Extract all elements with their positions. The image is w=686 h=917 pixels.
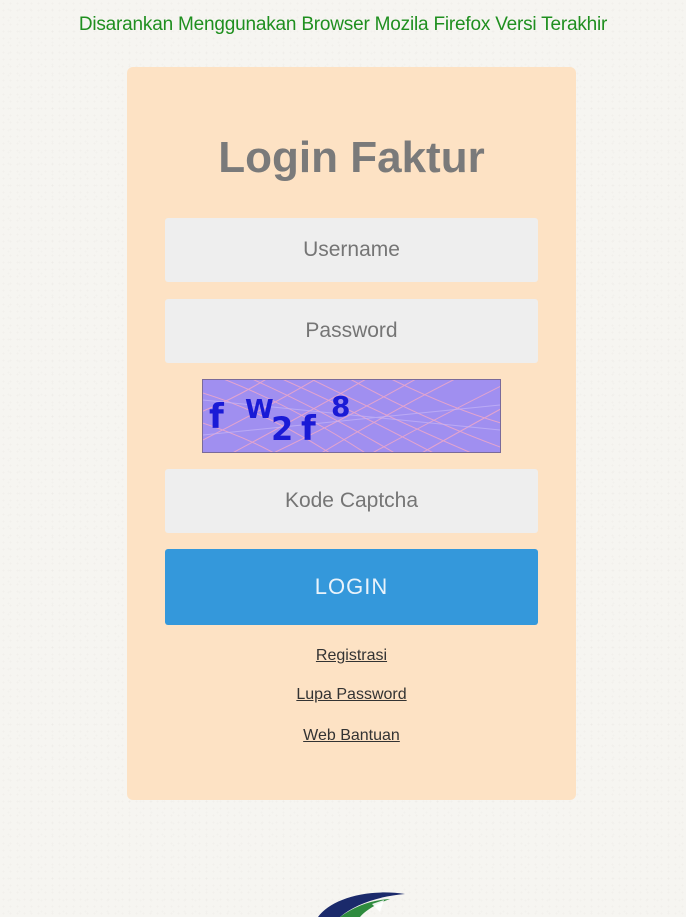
lupa-password-link[interactable]: Lupa Password: [127, 686, 576, 704]
browser-notice: Disarankan Menggunakan Browser Mozila Fi…: [78, 14, 608, 35]
login-button[interactable]: LOGIN: [165, 549, 538, 625]
login-title: Login Faktur: [218, 133, 485, 182]
username-input[interactable]: [165, 218, 538, 282]
captcha-char: 8: [331, 390, 350, 423]
captcha-char: W: [245, 395, 274, 425]
captcha-input[interactable]: [165, 469, 538, 533]
web-bantuan-link[interactable]: Web Bantuan: [127, 727, 576, 745]
captcha-image: f W 2 f 8: [202, 379, 501, 453]
password-input[interactable]: [165, 299, 538, 363]
captcha-char: 2: [271, 410, 293, 448]
captcha-char: f: [301, 409, 317, 449]
footer-logo-icon: [310, 882, 420, 917]
registrasi-link[interactable]: Registrasi: [127, 647, 576, 665]
captcha-char: f: [209, 397, 225, 437]
